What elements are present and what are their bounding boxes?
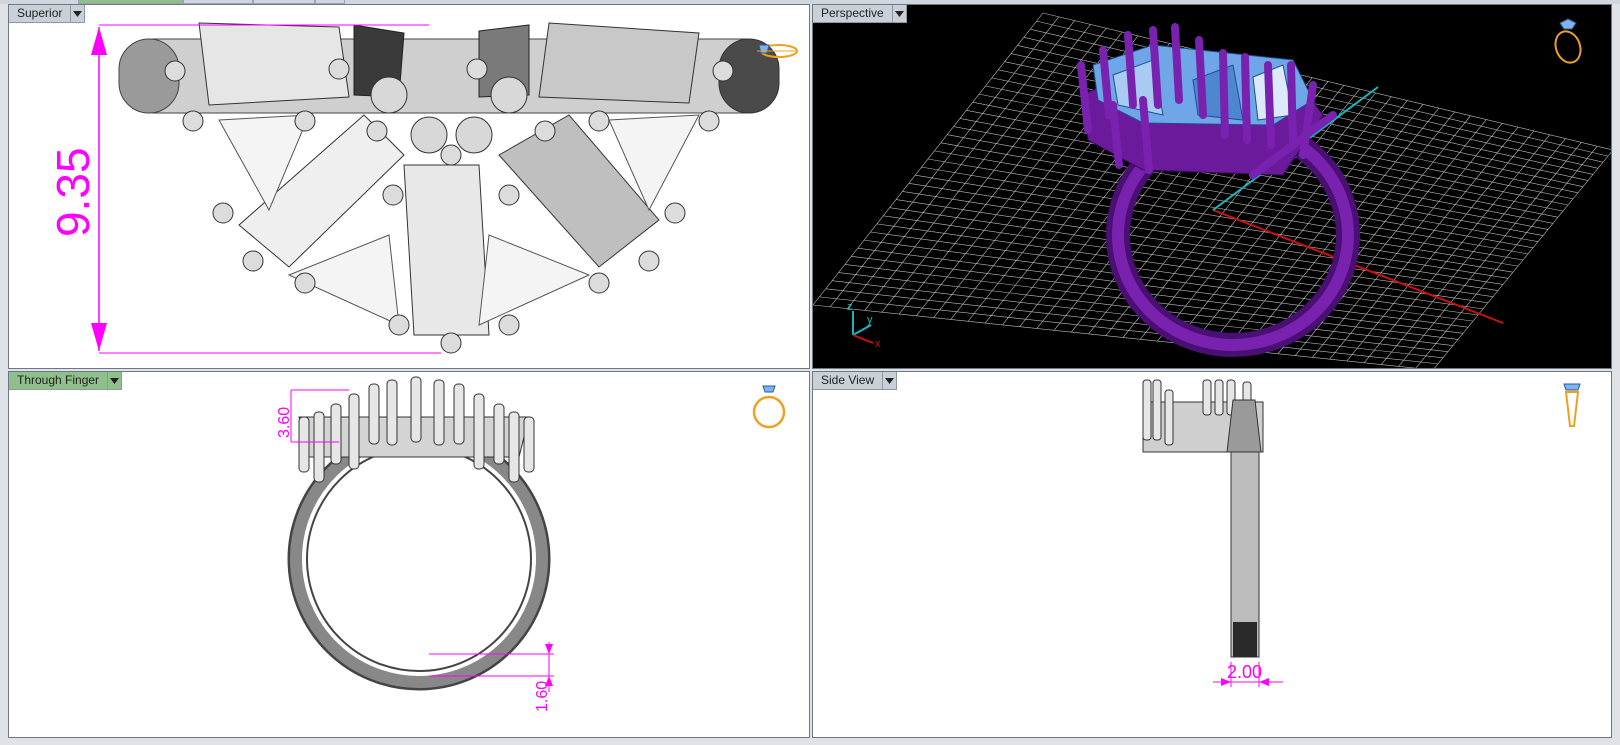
viewport-title[interactable]: Superior: [9, 5, 72, 23]
axis-gizmo: z y x: [847, 301, 881, 350]
chevron-down-icon[interactable]: [892, 5, 907, 23]
dimension-height-label: 9.35: [47, 147, 99, 237]
grid-line: [915, 174, 1514, 273]
axis-y-label: y: [867, 314, 873, 326]
dimension-head-height: 3.60: [276, 407, 293, 438]
perspective-scene: z y x: [813, 12, 1611, 368]
viewport-title[interactable]: Side View: [813, 372, 884, 390]
viewport-perspective[interactable]: Perspective z y x: [812, 4, 1612, 369]
viewport-title[interactable]: Through Finger: [9, 372, 109, 390]
ring-side-render: 2.00: [1142, 379, 1283, 687]
axis-z-label: z: [847, 301, 853, 313]
viewport-tab-perspective[interactable]: Perspective: [813, 5, 907, 23]
chevron-down-icon[interactable]: [883, 372, 898, 390]
ring-top-view-icon[interactable]: [749, 37, 799, 63]
viewport-side-view[interactable]: Side View 2.00: [812, 371, 1612, 738]
chevron-down-icon[interactable]: [108, 372, 123, 390]
viewport-through-finger[interactable]: Through Finger 3.60 1.60: [8, 371, 810, 738]
viewport-title[interactable]: Perspective: [813, 5, 893, 23]
ring-perspective-icon[interactable]: [1548, 15, 1588, 67]
dimension-shank-thickness: 1.60: [534, 681, 551, 712]
viewport-tab-through-finger[interactable]: Through Finger: [9, 372, 123, 390]
viewport-tab-side-view[interactable]: Side View: [813, 372, 898, 390]
chevron-down-icon[interactable]: [71, 5, 86, 23]
ring-front-view-icon[interactable]: [749, 382, 789, 432]
ring-side-view-icon[interactable]: [1558, 380, 1588, 432]
dimension-shank-width: 2.00: [1227, 662, 1262, 682]
grid-line: [864, 239, 1474, 322]
ring-front-render: 3.60 1.60: [276, 376, 554, 712]
viewport-tab-superior[interactable]: Superior: [9, 5, 86, 23]
viewport-superior[interactable]: Superior 9.35: [8, 4, 810, 369]
axis-x-label: x: [875, 338, 881, 350]
ring-top-render: 9.35: [47, 22, 780, 354]
